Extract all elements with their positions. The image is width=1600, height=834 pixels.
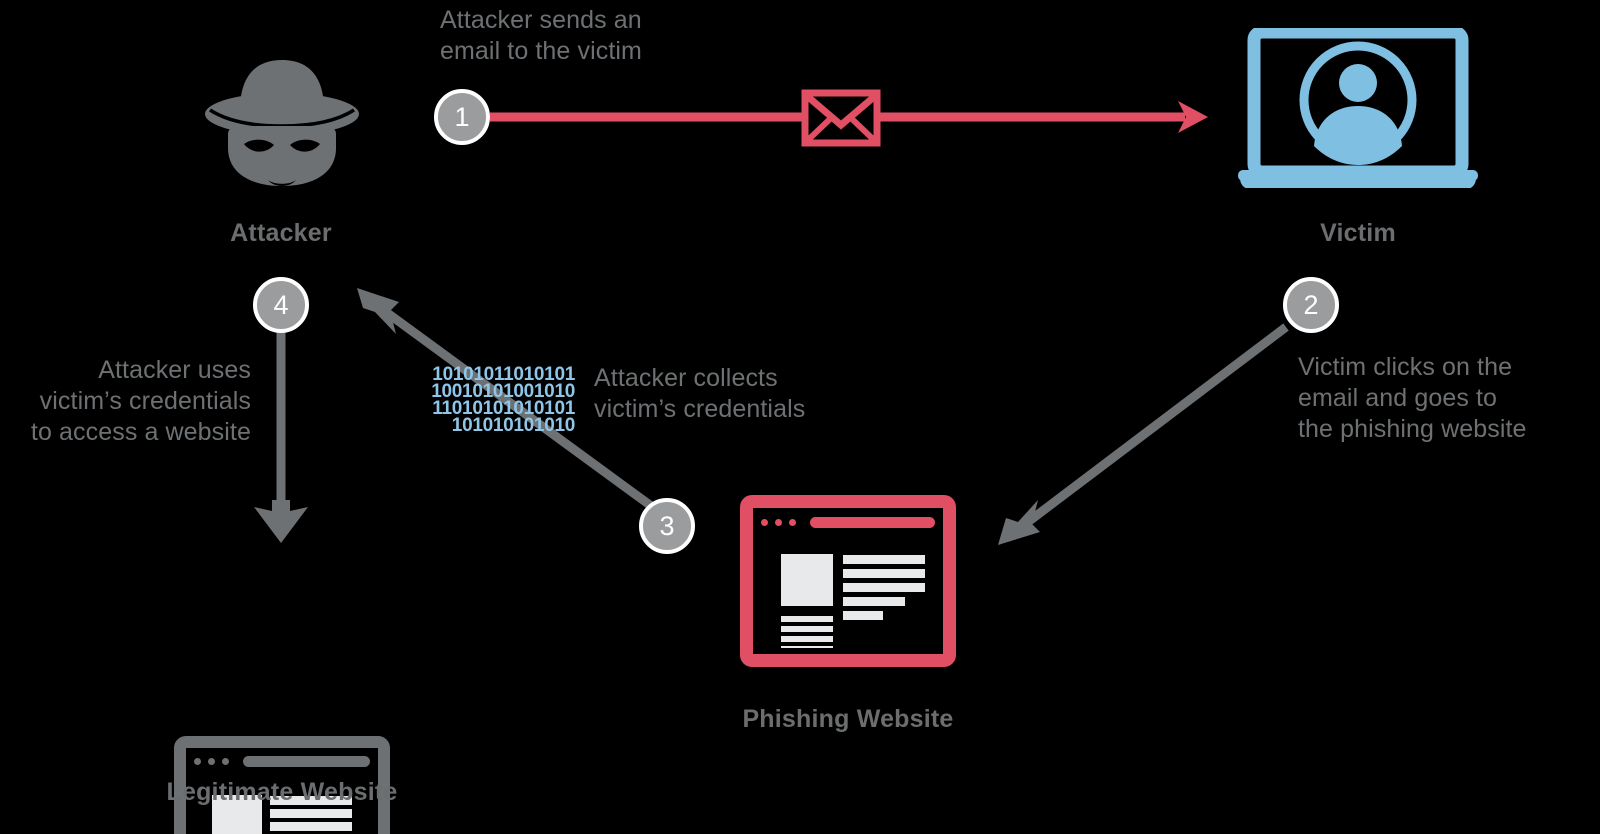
step-3-caption: Attacker collects victim’s credentials [594,363,894,425]
phishing-dot-3 [789,518,796,526]
binary-line-4: 101010101010 [451,415,576,436]
binary-data-icon: 10101011010101 10010101001010 1101010101… [420,365,576,436]
phishing-text-line [843,583,925,592]
step-1-caption-line-1: Attacker sends an [440,6,642,34]
step-3-number: 3 [659,510,675,541]
envelope-icon-svg [801,89,881,147]
phishing-text-line [843,611,883,620]
legitimate-dot-3 [222,757,229,765]
phishing-text-line [781,646,833,648]
legitimate-dot-2 [208,757,215,765]
phishing-image-placeholder [781,554,833,606]
step-2-caption-line-3: the phishing website [1298,415,1527,443]
phishing-text-line [781,636,833,642]
step-4-number: 4 [273,289,289,320]
step-2-caption: Victim clicks on the email and goes to t… [1298,352,1598,445]
phishing-text-line [843,597,905,606]
attacker-node [182,48,382,198]
envelope-icon [801,89,881,147]
legitimate-text-line [270,822,352,831]
victim-node [1238,25,1478,190]
legitimate-browser-chrome [194,753,370,769]
phishing-url-bar[interactable] [810,516,935,528]
legitimate-url-bar[interactable] [243,755,370,767]
legitimate-website-label: Legitimate Website [166,778,398,806]
step-1-caption-line-2: email to the victim [440,37,642,65]
step-4-caption-line-3: to access a website [30,418,251,446]
attacker-label: Attacker [230,219,332,247]
legitimate-dot-1 [194,757,201,765]
step-3-caption-line-1: Attacker collects [594,364,778,392]
step-2-number: 2 [1303,289,1319,320]
phishing-text-line [781,616,833,622]
step-4-caption-line-1: Attacker uses [98,356,251,384]
phishing-diagram-canvas: Attacker Victim Attacker sends an email … [0,0,1600,834]
phishing-text-line [781,626,833,632]
step-4-caption-line-2: victim’s credentials [39,387,251,415]
phishing-browser-chrome [761,514,935,530]
legitimate-text-line [270,809,352,818]
phishing-page-content [761,538,935,648]
phishing-text-line [843,555,925,564]
attacker-hat-mask-icon [205,60,359,186]
phishing-website-node[interactable] [740,495,956,667]
step-1-badge[interactable]: 1 [434,89,490,145]
step-1-caption: Attacker sends an email to the victim [440,5,760,67]
arrow-step3-head-icon [357,288,399,334]
laptop-user-icon [1238,25,1478,190]
arrow-step4-head-icon [254,500,308,543]
step-2-caption-line-1: Victim clicks on the [1298,353,1513,381]
step-4-caption: Attacker uses victim’s credentials to ac… [0,355,251,448]
phishing-text-line [843,569,925,578]
arrow-step2-line [1017,323,1289,532]
step-2-caption-line-2: email and goes to [1298,384,1498,412]
phishing-website-label: Phishing Website [742,705,954,733]
step-3-badge[interactable]: 3 [639,498,695,554]
step-3-caption-line-2: victim’s credentials [594,395,806,423]
victim-label: Victim [1320,219,1396,247]
step-1-number: 1 [454,101,470,132]
step-2-badge[interactable]: 2 [1283,277,1339,333]
phishing-dot-1 [761,518,768,526]
step-4-badge[interactable]: 4 [253,277,309,333]
phishing-dot-2 [775,518,782,526]
